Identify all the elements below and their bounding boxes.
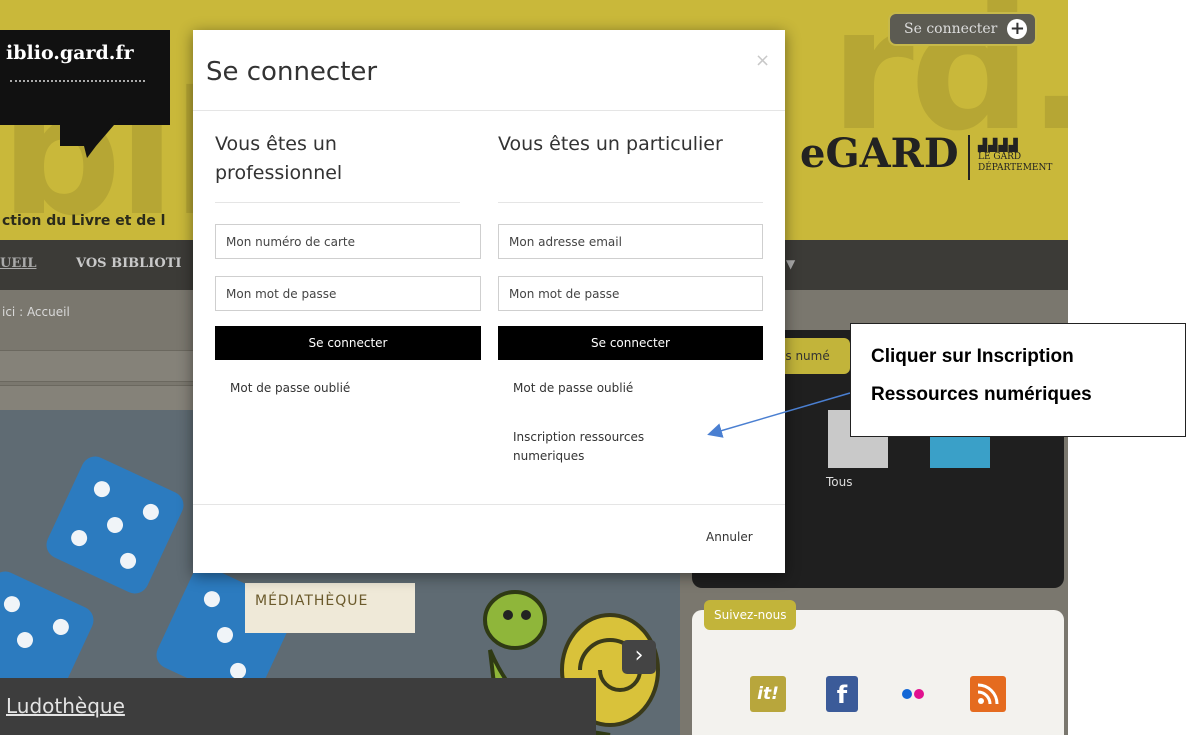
column-divider	[498, 202, 763, 203]
email-input[interactable]	[498, 224, 763, 259]
individual-heading: Vous êtes un particulier	[498, 133, 723, 155]
individual-password-input[interactable]	[498, 276, 763, 311]
professional-password-input[interactable]	[215, 276, 481, 311]
card-number-input[interactable]	[215, 224, 481, 259]
professional-forgot-password-link[interactable]: Mot de passe oublié	[230, 379, 350, 398]
professional-login-button[interactable]: Se connecter	[215, 326, 481, 360]
callout-line-1: Cliquer sur Inscription	[871, 346, 1074, 367]
login-modal: Se connecter × Vous êtes un professionne…	[193, 30, 785, 573]
professional-heading: Vous êtes un professionnel	[215, 133, 343, 185]
callout-line-2: Ressources numériques	[871, 384, 1092, 405]
individual-login-button[interactable]: Se connecter	[498, 326, 763, 360]
modal-footer-divider	[193, 504, 785, 505]
cancel-button[interactable]: Annuler	[706, 530, 753, 544]
individual-forgot-password-link[interactable]: Mot de passe oublié	[513, 379, 633, 398]
column-divider	[215, 202, 460, 203]
modal-title: Se connecter	[206, 57, 378, 87]
annotation-callout: Cliquer sur Inscription Ressources numér…	[850, 323, 1186, 437]
close-icon[interactable]: ×	[755, 50, 770, 71]
modal-header-divider	[193, 110, 785, 111]
register-digital-resources-link[interactable]: Inscription ressources numeriques	[513, 428, 693, 466]
